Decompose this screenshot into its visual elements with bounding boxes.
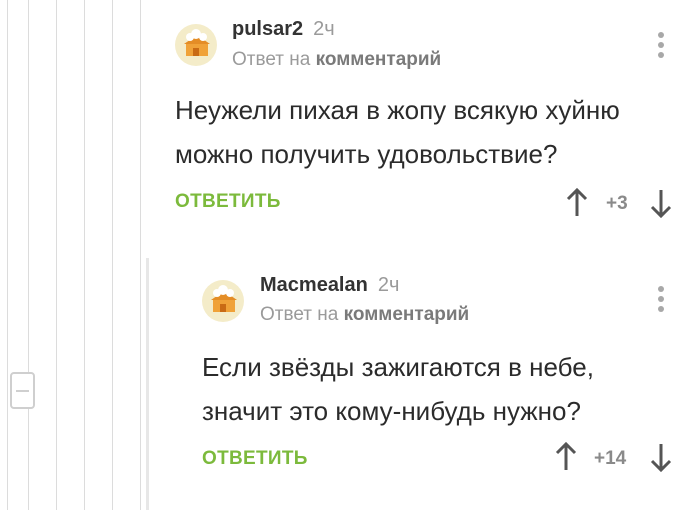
comment-author[interactable]: Macmealan 2ч: [260, 274, 399, 297]
comment-macmealan: Macmealan 2ч Ответ на комментарий Если зв…: [0, 0, 700, 510]
comment-rating: +14: [594, 448, 627, 469]
reply-to-link[interactable]: комментарий: [344, 304, 470, 325]
comment-text-line: значит это кому-нибудь нужно?: [202, 396, 581, 426]
arrow-down-icon[interactable]: [650, 442, 672, 472]
arrow-up-icon[interactable]: [555, 442, 577, 472]
avatar[interactable]: [202, 280, 244, 322]
reply-button[interactable]: ОТВЕТИТЬ: [202, 448, 308, 470]
reply-to-label: Ответ на комментарий: [260, 304, 470, 325]
more-vertical-icon[interactable]: [656, 286, 666, 316]
comment-text: Если звёзды зажигаются в небе, значит эт…: [202, 345, 594, 433]
comment-time: 2ч: [377, 274, 400, 296]
comment-text-line: Если звёзды зажигаются в небе,: [202, 352, 594, 382]
